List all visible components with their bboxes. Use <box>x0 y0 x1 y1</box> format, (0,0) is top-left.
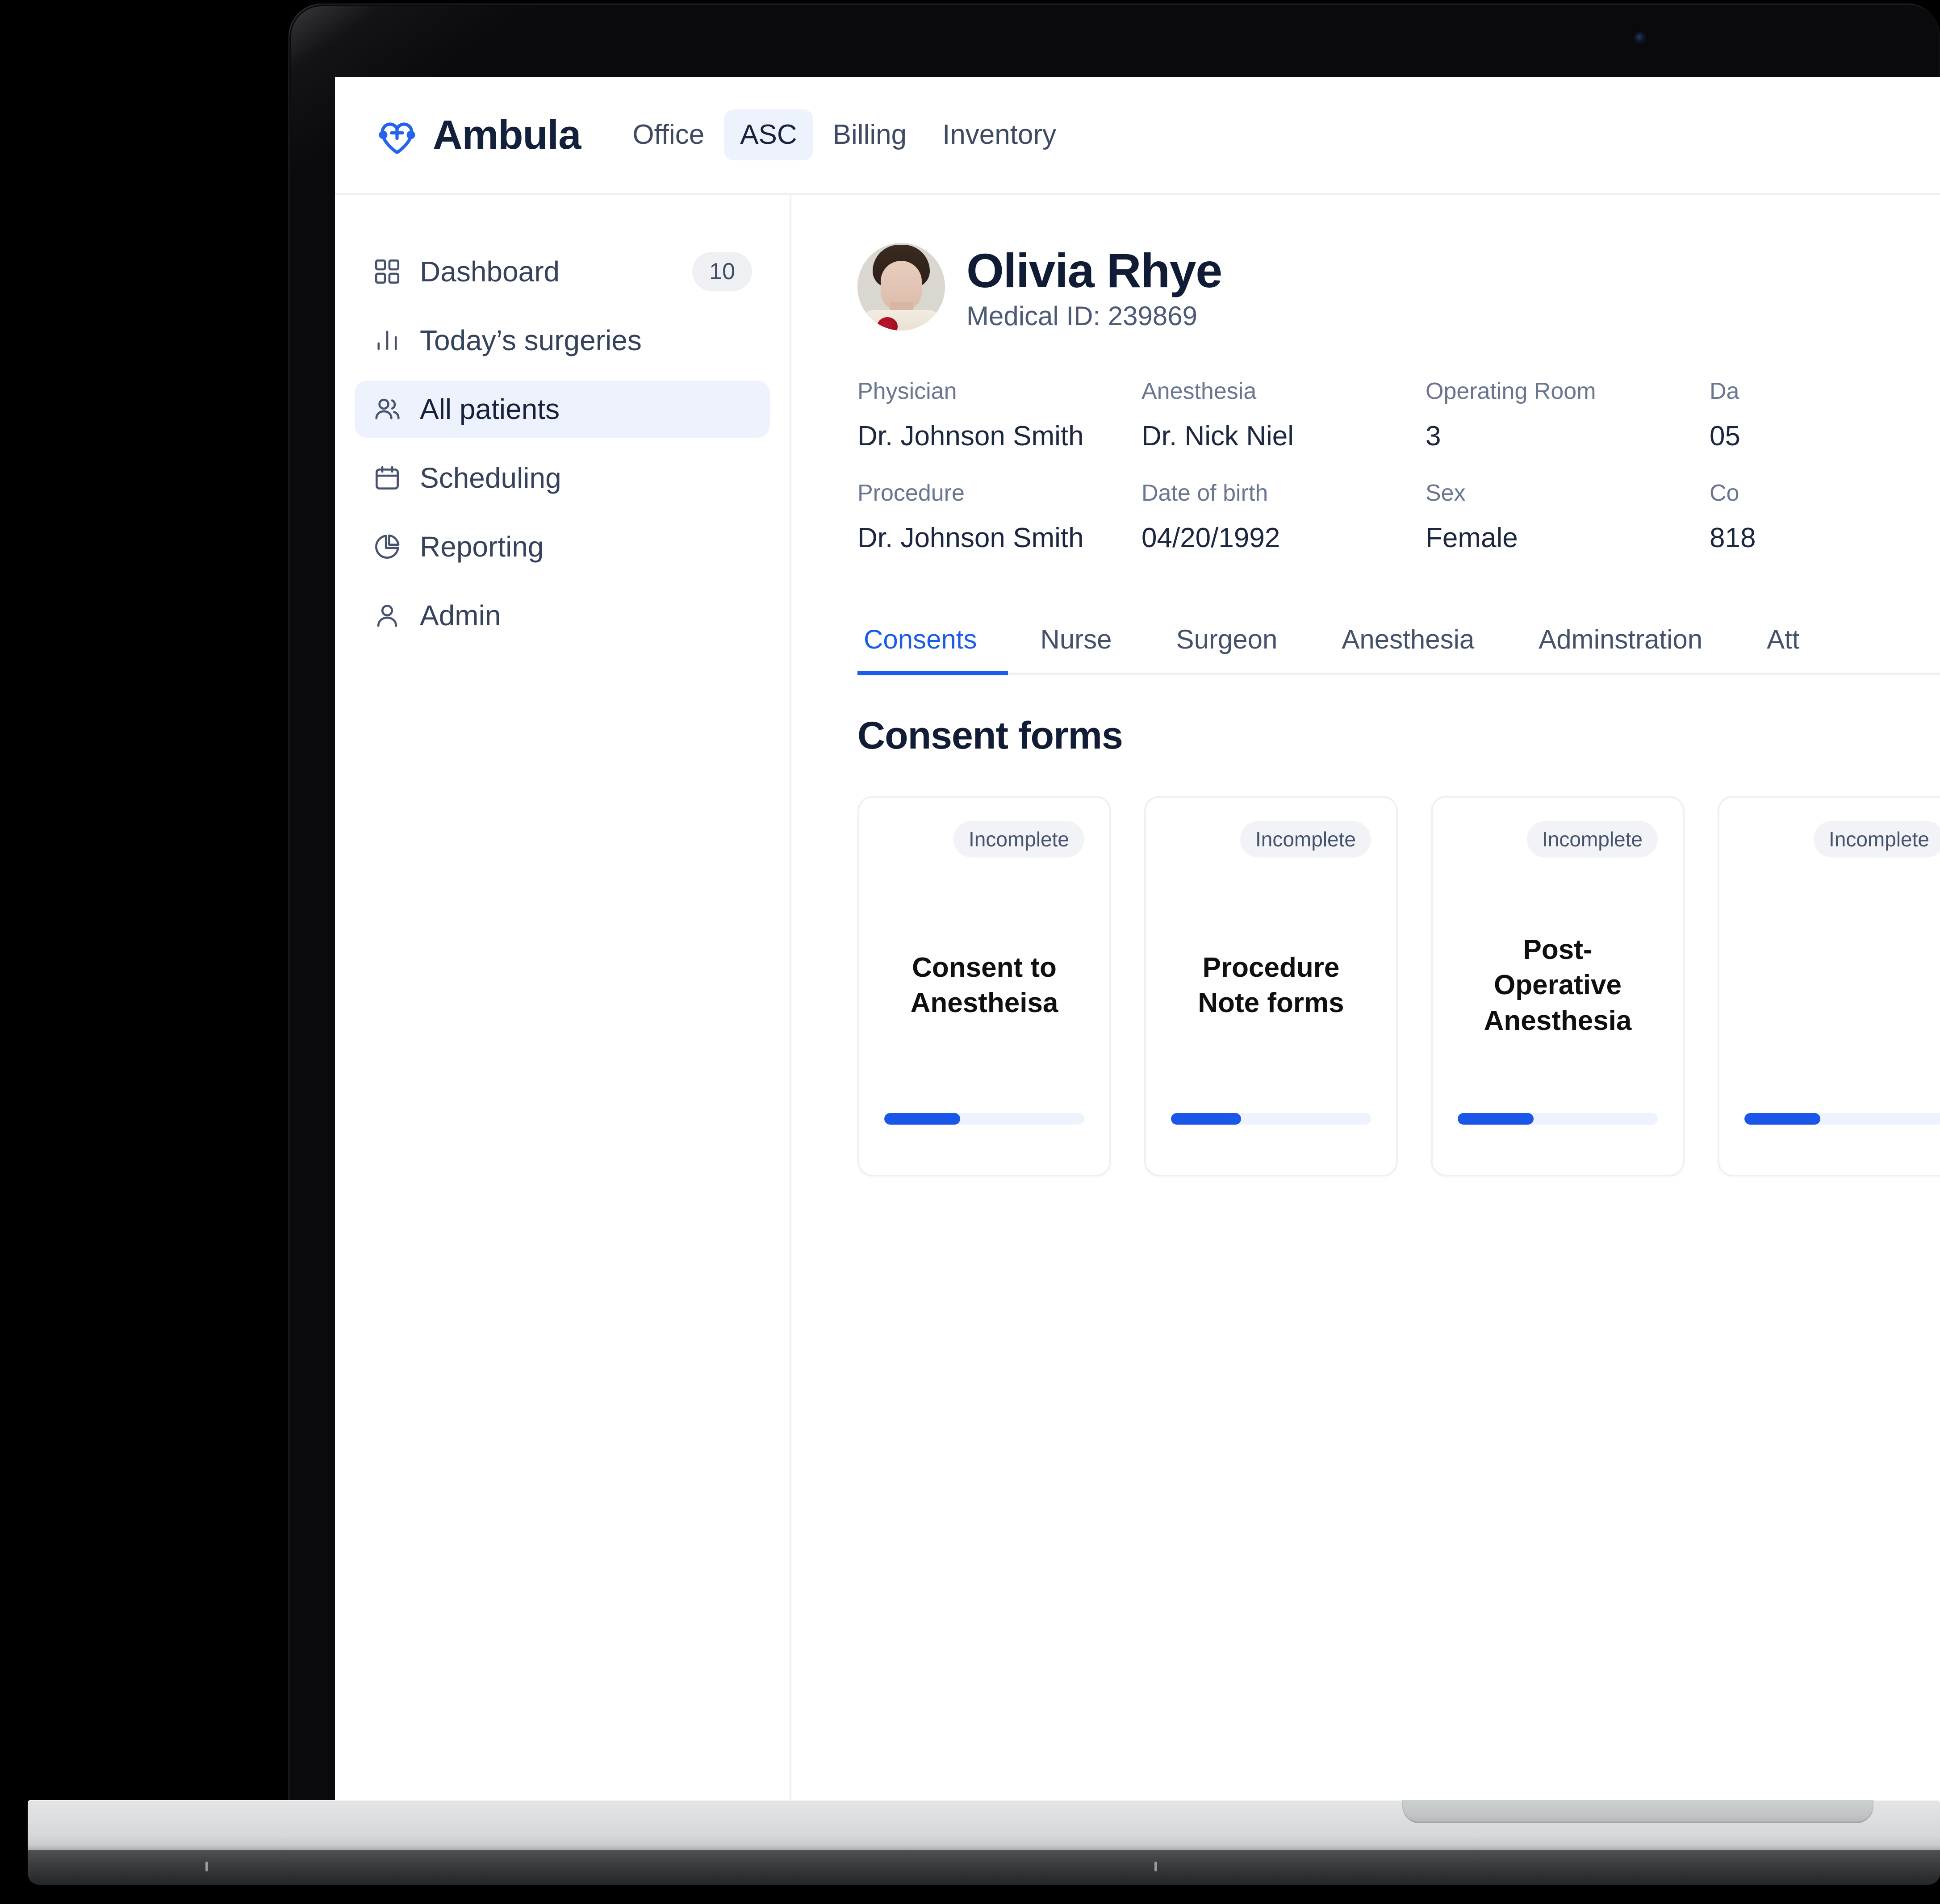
sidebar-item-admin[interactable]: Admin <box>355 587 770 644</box>
info-label-operating-room: Operating Room <box>1426 378 1596 404</box>
info-label-physician: Physician <box>857 378 957 404</box>
brand-name: Ambula <box>433 112 581 158</box>
brand[interactable]: Ambula <box>373 111 581 159</box>
body-area: Dashboard 10 Today’s surgeries All patie… <box>335 195 1940 1804</box>
consent-card-title: Consent to Anestheisa <box>910 952 1058 1018</box>
calendar-icon <box>376 466 399 490</box>
sidebar-item-label: Admin <box>420 599 501 632</box>
status-badge: Incomplete <box>1240 821 1371 858</box>
laptop-foot <box>28 1850 1940 1885</box>
user-icon <box>377 604 397 627</box>
info-label-contact: Co <box>1710 480 1739 506</box>
top-navbar: Ambula Office ASC Billing Inventory <box>335 77 1940 195</box>
progress-bar <box>884 1113 1084 1125</box>
patient-medical-id: Medical ID: 239869 <box>966 301 1197 331</box>
bar-chart-icon <box>377 331 397 350</box>
tab-bar: Consents Nurse Surgeon Anesthesia Admins… <box>857 626 1940 675</box>
sidebar: Dashboard 10 Today’s surgeries All patie… <box>335 195 791 1804</box>
heart-plus-icon <box>379 122 415 154</box>
base-vent <box>1154 1862 1157 1871</box>
consent-card-title: Procedure Note forms <box>1198 952 1344 1018</box>
sidebar-badge-dashboard: 10 <box>692 252 752 291</box>
tab-attachments[interactable]: Att <box>1735 626 1831 673</box>
consent-card[interactable]: Incomplete Post-Operative Anesthesia <box>1431 796 1685 1176</box>
sidebar-item-dashboard[interactable]: Dashboard 10 <box>355 243 770 300</box>
users-icon <box>375 398 400 419</box>
sidebar-item-all-patients[interactable]: All patients <box>355 381 770 438</box>
sidebar-item-label: Reporting <box>420 531 544 563</box>
consent-card-title <box>1744 858 1940 1113</box>
page-title: Olivia Rhye <box>966 243 1222 297</box>
info-value-date: 05 <box>1710 421 1740 452</box>
progress-bar-fill <box>884 1113 961 1125</box>
sidebar-item-label: Dashboard <box>420 255 560 288</box>
progress-bar <box>1171 1113 1371 1125</box>
info-label-sex: Sex <box>1426 480 1466 506</box>
info-value-anesthesia: Dr. Nick Niel <box>1141 421 1294 452</box>
info-value-procedure: Dr. Johnson Smith <box>857 523 1084 553</box>
nav-link-asc[interactable]: ASC <box>724 109 813 160</box>
screen-viewport: Ambula Office ASC Billing Inventory Dash… <box>335 77 1940 1804</box>
info-label-procedure: Procedure <box>857 480 965 506</box>
section-title: Consent forms <box>857 714 1123 757</box>
consent-card-title: Post-Operative Anesthesia <box>1484 934 1632 1036</box>
avatar-jacket <box>861 310 941 331</box>
sidebar-item-label: All patients <box>420 393 560 425</box>
info-value-date-of-birth: 04/20/1992 <box>1141 523 1280 553</box>
card-badge-row: Incomplete <box>1744 821 1940 858</box>
tab-adminstration[interactable]: Adminstration <box>1506 626 1735 673</box>
nav-links: Office ASC Billing Inventory <box>616 109 1072 160</box>
info-label-date: Da <box>1710 378 1739 404</box>
tab-nurse[interactable]: Nurse <box>1008 626 1144 673</box>
sidebar-item-label: Scheduling <box>420 462 561 494</box>
patient-header: Olivia Rhye Medical ID: 239869 <box>857 243 1940 331</box>
webcam-icon <box>1635 33 1645 43</box>
info-value-sex: Female <box>1426 523 1518 553</box>
consent-cards-row: Incomplete Consent to Anestheisa Incompl… <box>857 796 1940 1176</box>
nav-link-office[interactable]: Office <box>616 109 720 160</box>
card-badge-row: Incomplete <box>1458 821 1658 858</box>
status-badge: Incomplete <box>1813 821 1940 858</box>
pie-chart-icon <box>375 534 400 559</box>
sidebar-item-scheduling[interactable]: Scheduling <box>355 449 770 506</box>
patient-info-grid: Physician Anesthesia Operating Room Da D… <box>857 380 1940 583</box>
grid-icon <box>375 259 400 284</box>
sidebar-item-reporting[interactable]: Reporting <box>355 518 770 575</box>
avatar <box>857 243 945 331</box>
info-label-anesthesia: Anesthesia <box>1141 378 1257 404</box>
main-content: Olivia Rhye Medical ID: 239869 Physician… <box>791 195 1940 1804</box>
info-value-operating-room: 3 <box>1426 421 1441 452</box>
progress-bar-fill <box>1744 1113 1821 1125</box>
laptop-base-notch <box>1402 1800 1873 1823</box>
card-badge-row: Incomplete <box>884 821 1084 858</box>
progress-bar <box>1744 1113 1940 1125</box>
info-value-physician: Dr. Johnson Smith <box>857 421 1084 452</box>
progress-bar-fill <box>1458 1113 1534 1125</box>
tab-surgeon[interactable]: Surgeon <box>1144 626 1310 673</box>
progress-bar-fill <box>1171 1113 1241 1125</box>
progress-bar <box>1458 1113 1658 1125</box>
patient-identity: Olivia Rhye Medical ID: 239869 <box>966 243 1222 331</box>
info-value-contact: 818 <box>1710 523 1756 553</box>
tab-consents[interactable]: Consents <box>857 626 1008 675</box>
card-badge-row: Incomplete <box>1171 821 1371 858</box>
consent-card[interactable]: Incomplete Consent to Anestheisa <box>857 796 1111 1176</box>
nav-link-billing[interactable]: Billing <box>817 109 923 160</box>
tab-anesthesia[interactable]: Anesthesia <box>1309 626 1506 673</box>
nav-link-inventory[interactable]: Inventory <box>926 109 1072 160</box>
status-badge: Incomplete <box>1526 821 1658 858</box>
status-badge: Incomplete <box>953 821 1084 858</box>
laptop-mockup: Ambula Office ASC Billing Inventory Dash… <box>0 0 1940 1904</box>
base-vent <box>205 1862 208 1871</box>
sidebar-item-todays-surgeries[interactable]: Today’s surgeries <box>355 312 770 369</box>
sidebar-item-label: Today’s surgeries <box>420 324 642 356</box>
info-label-date-of-birth: Date of birth <box>1141 480 1268 506</box>
consent-card[interactable]: Incomplete Procedure Note forms <box>1144 796 1398 1176</box>
consent-card[interactable]: Incomplete <box>1718 796 1940 1176</box>
